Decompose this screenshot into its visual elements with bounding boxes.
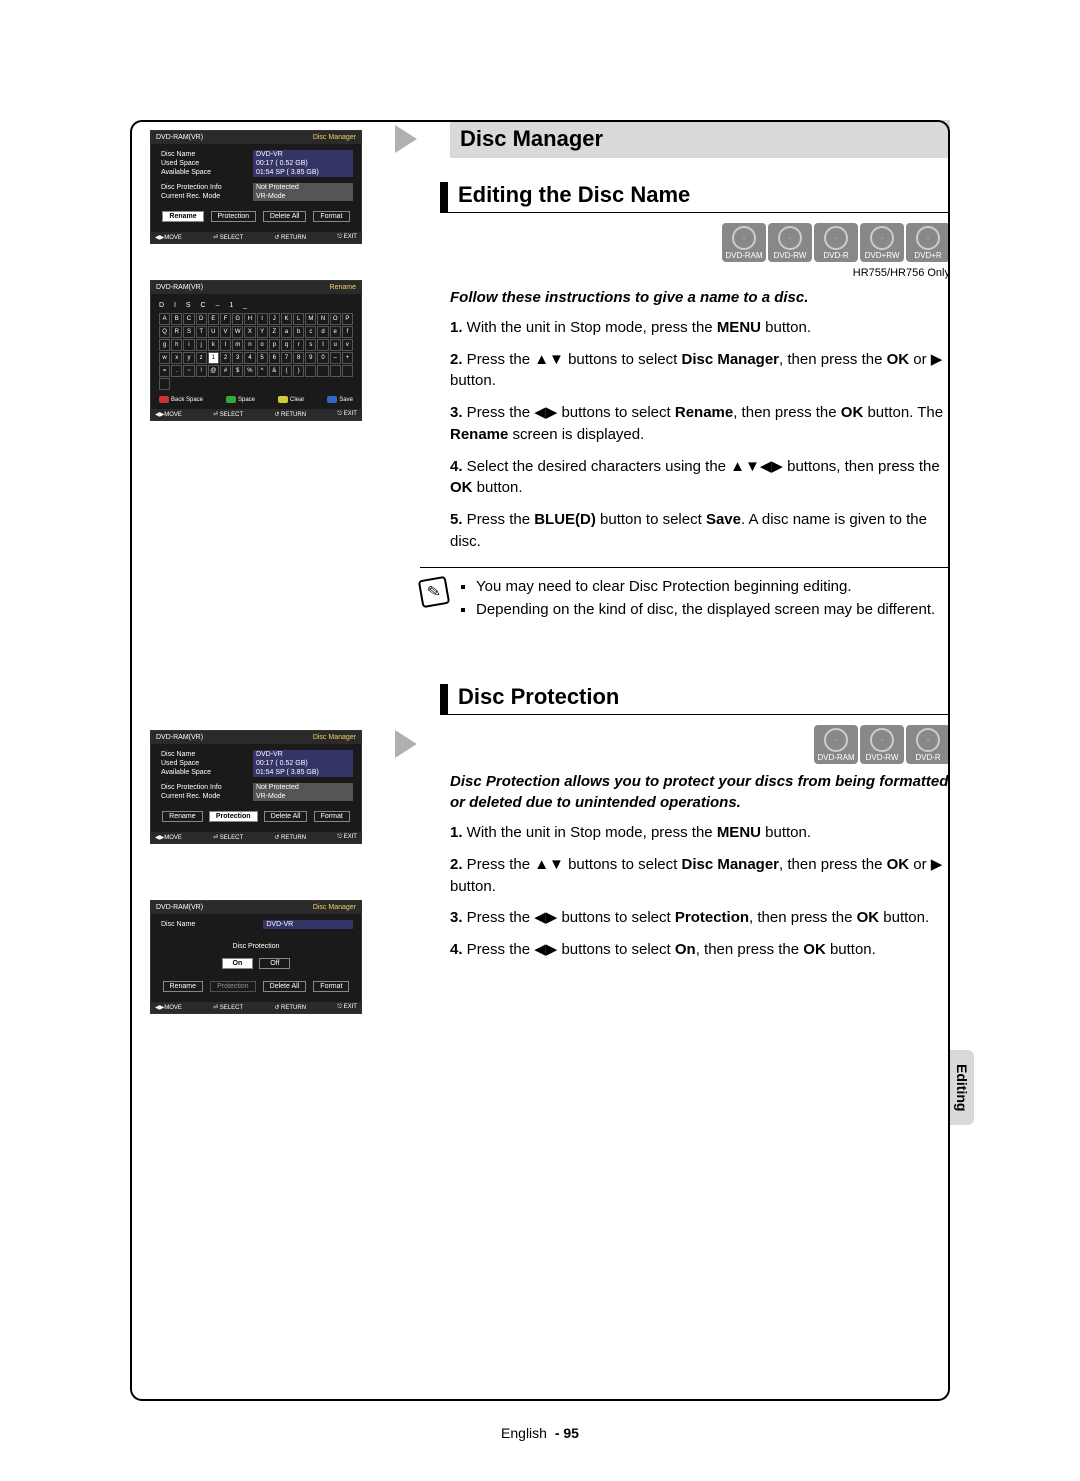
disc-badges-edit: DVD-RAMDVD-RWDVD-RDVD+RWDVD+R (450, 223, 950, 263)
osd-disc-manager-2: DVD-RAM(VR)Disc Manager Disc NameDVD-VR … (150, 730, 362, 844)
notes-edit: You may need to clear Disc Protection be… (458, 578, 935, 624)
subheading-protect: Disc Protection (440, 684, 950, 715)
step-item: 2. Press the ▲▼ buttons to select Disc M… (450, 349, 950, 393)
note-block: ✎ You may need to clear Disc Protection … (420, 567, 950, 624)
note-icon: ✎ (418, 575, 450, 607)
steps-edit: 1. With the unit in Stop mode, press the… (450, 317, 950, 553)
disc-badge: DVD-RW (860, 725, 904, 764)
note-item: You may need to clear Disc Protection be… (476, 578, 935, 595)
disc-badge: DVD+R (906, 223, 950, 262)
disc-badge: DVD-R (814, 223, 858, 262)
intro-protect: Disc Protection allows you to protect yo… (450, 771, 950, 815)
osd-disc-manager: DVD-RAM(VR)Disc Manager Disc NameDVD-VR … (150, 130, 362, 244)
disc-badge: DVD-RW (768, 223, 812, 262)
side-tab: Editing (950, 1050, 974, 1125)
step-item: 1. With the unit in Stop mode, press the… (450, 317, 950, 339)
disc-badge: DVD-R (906, 725, 950, 764)
step-item: 1. With the unit in Stop mode, press the… (450, 822, 950, 844)
step-item: 2. Press the ▲▼ buttons to select Disc M… (450, 854, 950, 898)
char-grid: ABCDEFGHIJKLMNOPQRSTUVWXYZabcdefghijklmn… (159, 313, 353, 390)
section-title: Disc Manager (450, 120, 950, 158)
disc-badge: DVD+RW (860, 223, 904, 262)
disc-badge: DVD-RAM (722, 223, 766, 262)
section-arrow-icon (395, 125, 417, 153)
step-item: 4. Select the desired characters using t… (450, 456, 950, 500)
osd-rename: DVD-RAM(VR)Rename D I S C – 1 _ ABCDEFGH… (150, 280, 362, 421)
step-item: 5. Press the BLUE(D) button to select Sa… (450, 509, 950, 553)
disc-badges-protect: DVD-RAMDVD-RWDVD-R (450, 725, 950, 765)
page-footer: English - 95 (501, 1425, 579, 1441)
intro-edit: Follow these instructions to give a name… (450, 287, 950, 309)
steps-protect: 1. With the unit in Stop mode, press the… (450, 822, 950, 961)
step-item: 3. Press the ◀▶ buttons to select Protec… (450, 907, 950, 929)
step-item: 4. Press the ◀▶ buttons to select On, th… (450, 939, 950, 961)
step-item: 3. Press the ◀▶ buttons to select Rename… (450, 402, 950, 446)
subheading-edit: Editing the Disc Name (440, 182, 950, 213)
disc-badge: DVD-RAM (814, 725, 858, 764)
section-arrow-icon (395, 730, 417, 758)
note-item: Depending on the kind of disc, the displ… (476, 601, 935, 618)
model-note: HR755/HR756 Only (450, 267, 950, 279)
osd-disc-protection: DVD-RAM(VR)Disc Manager Disc NameDVD-VR … (150, 900, 362, 1014)
